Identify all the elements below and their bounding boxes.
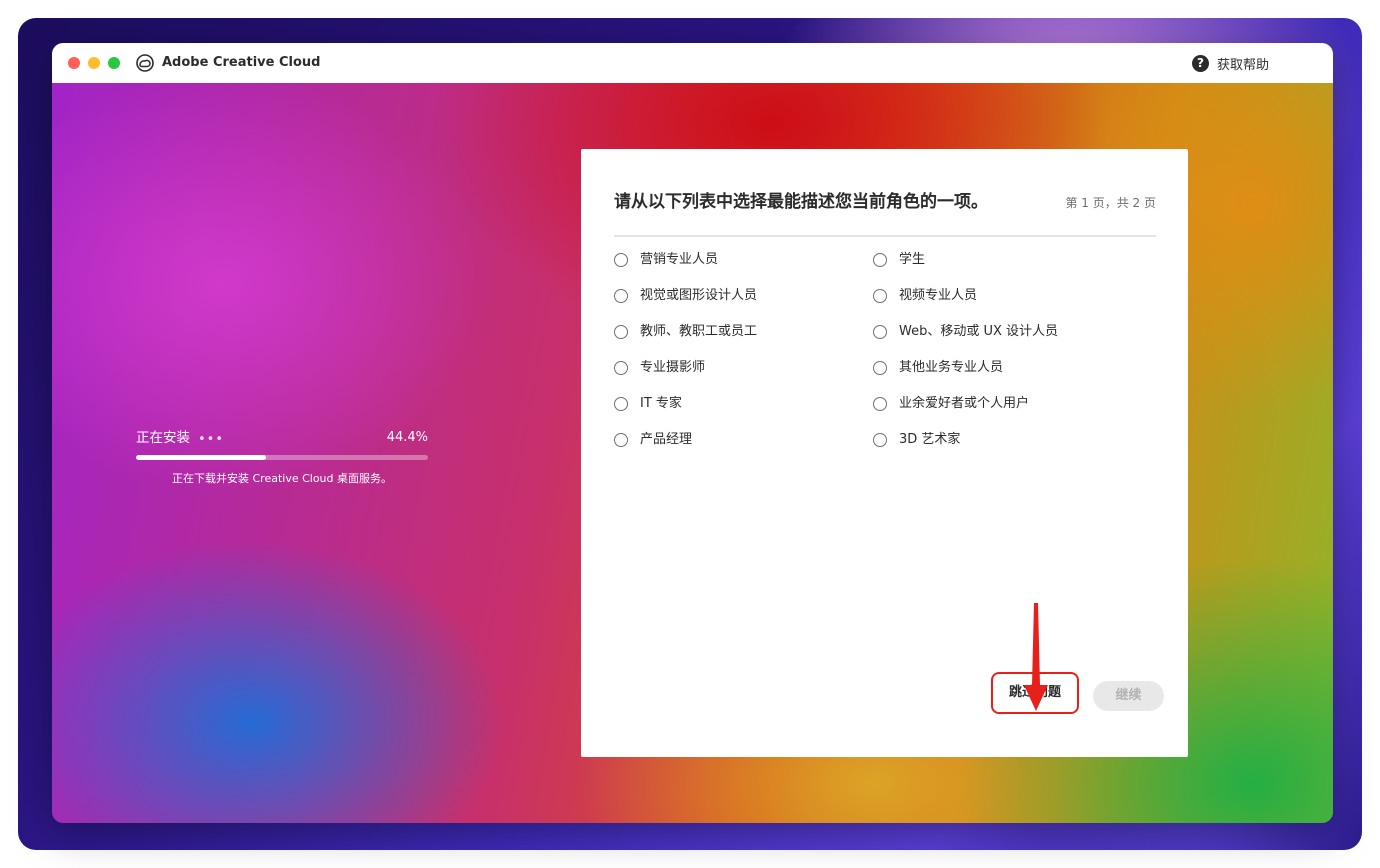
radio-button-icon[interactable] (873, 253, 887, 267)
role-option[interactable]: IT 专家 (614, 395, 682, 413)
install-status: 正在安装 (136, 430, 190, 446)
radio-button-icon[interactable] (614, 289, 628, 303)
role-option[interactable]: 视频专业人员 (873, 287, 977, 305)
install-content: 正在安装 ••• 44.4% 正在下载并安装 Creative Cloud 桌面… (52, 83, 1333, 823)
role-option[interactable]: 产品经理 (614, 431, 692, 449)
question-circle-icon: ? (1191, 54, 1209, 72)
role-option-label: 业余爱好者或个人用户 (899, 396, 1030, 411)
radio-button-icon[interactable] (873, 397, 887, 411)
radio-button-icon[interactable] (614, 433, 628, 447)
continue-button: 继续 (1093, 681, 1164, 711)
role-option[interactable]: 视觉或图形设计人员 (614, 287, 757, 305)
radio-button-icon[interactable] (873, 325, 887, 339)
title-bar: Adobe Creative Cloud ? 获取帮助 (52, 43, 1333, 84)
radio-button-icon[interactable] (614, 397, 628, 411)
radio-button-icon[interactable] (614, 361, 628, 375)
role-option-label: 视频专业人员 (899, 288, 978, 303)
creative-cloud-icon (136, 54, 154, 72)
close-window-button[interactable] (68, 57, 80, 69)
zoom-window-button[interactable] (108, 57, 120, 69)
role-option-label: Web、移动或 UX 设计人员 (899, 324, 1059, 339)
role-option[interactable]: 专业摄影师 (614, 359, 705, 377)
role-option[interactable]: 学生 (873, 251, 925, 269)
page-indicator: 第 1 页，共 2 页 (1065, 196, 1156, 210)
install-description: 正在下载并安装 Creative Cloud 桌面服务。 (171, 472, 393, 485)
role-option[interactable]: 其他业务专业人员 (873, 359, 1003, 377)
app-window: Adobe Creative Cloud ? 获取帮助 正在安装 ••• 44.… (52, 43, 1333, 823)
survey-heading: 请从以下列表中选择最能描述您当前角色的一项。 (614, 192, 988, 212)
role-option[interactable]: Web、移动或 UX 设计人员 (873, 323, 1058, 341)
role-option-label: 3D 艺术家 (899, 432, 961, 447)
help-link[interactable]: ? 获取帮助 (1191, 53, 1269, 73)
radio-button-icon[interactable] (873, 289, 887, 303)
role-option-label: 专业摄影师 (640, 360, 706, 375)
role-option[interactable]: 营销专业人员 (614, 251, 718, 269)
role-survey-card: 请从以下列表中选择最能描述您当前角色的一项。 第 1 页，共 2 页 营销专业人… (581, 149, 1188, 757)
radio-button-icon[interactable] (873, 433, 887, 447)
role-option-label: 产品经理 (640, 432, 693, 447)
role-option-label: 视觉或图形设计人员 (640, 288, 758, 303)
divider (614, 235, 1156, 237)
install-percent: 44.4% (386, 430, 428, 445)
role-option-label: 教师、教职工或员工 (640, 324, 758, 339)
radio-button-icon[interactable] (873, 361, 887, 375)
radio-button-icon[interactable] (614, 253, 628, 267)
red-arrow-down-icon (1024, 603, 1048, 711)
loading-dots-icon: ••• (198, 432, 225, 447)
help-label: 获取帮助 (1216, 57, 1269, 73)
role-option[interactable]: 教师、教职工或员工 (614, 323, 757, 341)
role-option[interactable]: 业余爱好者或个人用户 (873, 395, 1029, 413)
role-option-label: 其他业务专业人员 (899, 360, 1004, 375)
role-option-label: IT 专家 (640, 396, 682, 411)
role-option[interactable]: 3D 艺术家 (873, 431, 960, 449)
role-option-label: 营销专业人员 (640, 252, 719, 267)
role-option-label: 学生 (899, 252, 926, 267)
radio-button-icon[interactable] (614, 325, 628, 339)
progress-bar (136, 455, 428, 460)
minimize-window-button[interactable] (88, 57, 100, 69)
progress-bar-fill (136, 455, 266, 460)
app-title: Adobe Creative Cloud (162, 55, 321, 70)
